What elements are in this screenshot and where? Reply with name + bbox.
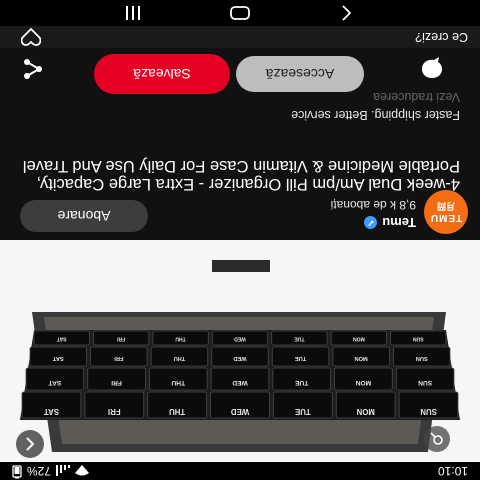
- compartment-day-label: WED: [231, 407, 250, 416]
- compartment-day-label: TUE: [295, 379, 309, 386]
- compartment-day-label: WED: [234, 335, 246, 341]
- compartment-day-label: FRI: [111, 379, 122, 386]
- compartment-day-label: FRI: [108, 407, 121, 416]
- status-bar: 10:10 72%: [0, 462, 480, 480]
- compartment-day-label: SUN: [420, 407, 437, 416]
- pin-title: 4-week Dual Am/pm Pill Organizer - Extra…: [22, 157, 460, 194]
- pin-details: TEMU 月岡 Temu ✓ 9,8 k de abonați Abonare …: [0, 0, 480, 240]
- visit-button[interactable]: Accesează: [236, 56, 364, 92]
- follower-count: 9,8 k de abonați: [330, 198, 416, 212]
- status-time: 10:10: [437, 464, 468, 478]
- lens-search-button[interactable]: [424, 426, 450, 452]
- nav-home-icon: [230, 6, 250, 20]
- compartment-day-label: SAT: [44, 407, 59, 416]
- signal-icon: [56, 465, 71, 477]
- compartment-day-label: TUE: [295, 407, 311, 416]
- system-nav-bar: [0, 0, 480, 26]
- follow-button[interactable]: Abonare: [20, 200, 148, 232]
- share-icon[interactable]: [18, 54, 48, 84]
- compartment-day-label: WED: [232, 379, 248, 386]
- verified-icon: ✓: [364, 216, 378, 229]
- nav-back-button[interactable]: [335, 3, 359, 23]
- shop-name[interactable]: Temu ✓: [364, 215, 416, 230]
- compartment-day-label: WED: [233, 355, 246, 361]
- nav-back-icon: [342, 5, 351, 21]
- see-translation-link[interactable]: Vezi traducerea: [373, 90, 460, 104]
- lens-icon: [430, 432, 443, 445]
- compartment-day-label: SUN: [416, 355, 428, 361]
- shop-avatar[interactable]: TEMU 月岡: [424, 190, 468, 234]
- battery-percent: 72%: [27, 464, 52, 478]
- nav-recents-button[interactable]: [121, 3, 145, 23]
- compartment-day-label: THU: [171, 379, 185, 386]
- compartment-day-label: MON: [356, 407, 375, 416]
- related-section-header: Ce crezi?: [0, 26, 480, 48]
- related-label: Ce crezi?: [415, 30, 468, 44]
- compartment-day-label: SAT: [52, 355, 63, 361]
- heart-icon[interactable]: [20, 28, 42, 46]
- nav-recents-icon: [126, 6, 141, 20]
- status-indicators: 72%: [12, 463, 90, 480]
- compartment-day-label: FRI: [114, 355, 124, 361]
- compartment-day-label: FRI: [117, 335, 126, 341]
- compartment-day-label: THU: [175, 335, 186, 341]
- compartment-day-label: THU: [169, 407, 185, 416]
- compartment-day-label: MON: [355, 355, 368, 361]
- compartment-day-label: MON: [353, 335, 365, 341]
- back-button[interactable]: [16, 430, 44, 458]
- compartment-day-label: TUE: [295, 355, 307, 361]
- wifi-icon: [75, 465, 90, 477]
- nav-home-button[interactable]: [228, 3, 252, 23]
- pill-organizer-image: SUN MON TUE WED THU FRI SAT SUN MON TUE WED THU FRI S…: [20, 260, 460, 452]
- pin-description: Faster shipping. Better service: [291, 108, 460, 122]
- chevron-left-icon: [26, 437, 35, 451]
- compartment-day-label: SUN: [413, 335, 424, 341]
- compartment-day-label: THU: [174, 355, 186, 361]
- screen: 10:10 72% SUN MON TUE WED THU FRI SAT SUN MON TUE…: [0, 0, 480, 480]
- compartment-day-label: SAT: [49, 379, 62, 386]
- compartment-day-label: SAT: [57, 335, 67, 341]
- pin-image[interactable]: SUN MON TUE WED THU FRI SAT SUN MON TUE WED THU FRI S…: [0, 240, 480, 462]
- comment-icon[interactable]: [418, 54, 446, 82]
- compartment-day-label: SUN: [418, 379, 432, 386]
- save-button[interactable]: Salvează: [94, 54, 230, 94]
- battery-icon: [12, 463, 22, 480]
- compartment-day-label: TUE: [294, 335, 305, 341]
- compartment-day-label: MON: [356, 379, 372, 386]
